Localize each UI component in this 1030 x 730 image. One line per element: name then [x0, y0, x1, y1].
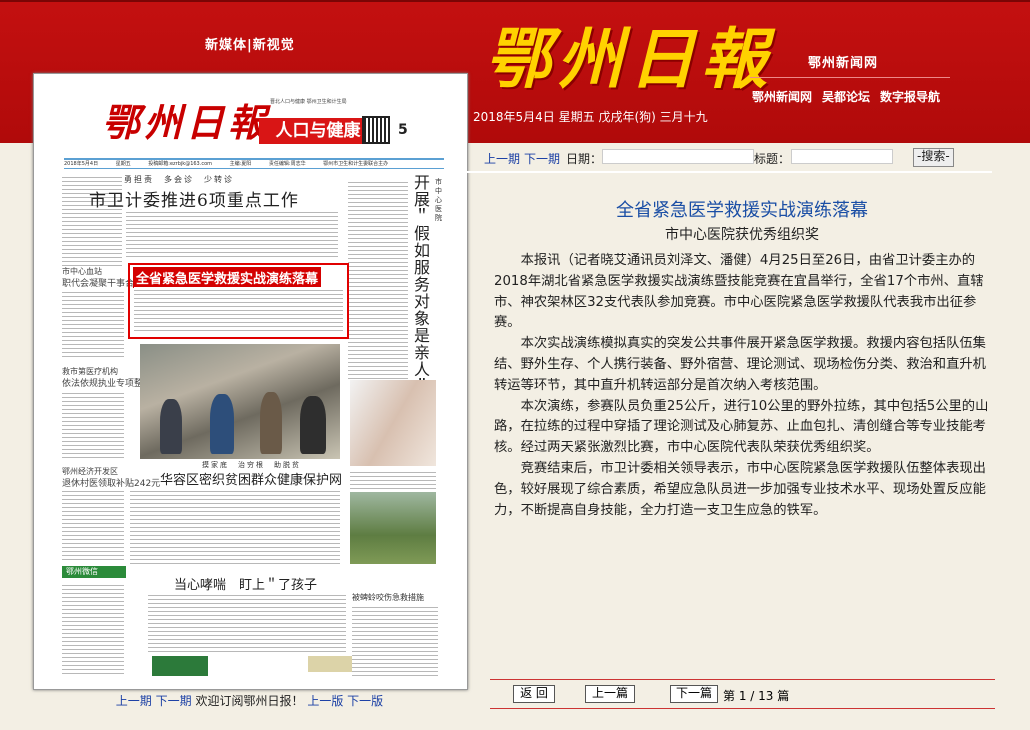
highlighted-article-title[interactable]: 全省紧急医学救援实战演练落幕 [133, 267, 322, 288]
wechat-label: 鄂州微信 [62, 566, 126, 578]
newspaper-page-number: 5 [398, 122, 408, 138]
masthead-logo: 鄂州日報 [485, 20, 773, 98]
village-visit-photo [140, 344, 340, 459]
title-label: 标题： [754, 152, 791, 166]
article-title: 全省紧急医学救援实战演练落幕 [616, 200, 868, 221]
article-body: 本报讯（记者晓艾通讯员刘泽文、潘健）4月25日至26日，由省卫计委主办的2018… [494, 251, 990, 521]
toolbar-next-issue[interactable]: 下一期 [524, 150, 560, 167]
blood-donation-photo [350, 380, 436, 466]
date-input[interactable] [602, 149, 754, 164]
article-page-info: 第 1 / 13 篇 [723, 689, 790, 703]
newspaper-logo: 鄂州日報 [102, 100, 271, 145]
article-paragraph: 本次演练，参赛队员负重25公斤，进行10公里的野外拉练，其中包括5公里的山路，在… [494, 398, 989, 456]
newspaper-info-bar: 2018年5月4日 星期五 投稿邮箱:ezrbjk@163.com 主编:夏阳 … [64, 158, 444, 169]
footer-graphic [308, 656, 352, 672]
prev-issue-link[interactable]: 上一期 [116, 694, 152, 708]
info-date: 2018年5月4日 [64, 161, 99, 167]
article-pager: 返 回 上一篇 下一篇 第 1 / 13 篇 [490, 679, 995, 709]
title-input[interactable] [791, 149, 893, 164]
text-block [130, 488, 340, 564]
info-email: 投稿邮箱:ezrbjk@163.com [148, 161, 213, 167]
newspaper-slogan: 勇担责 多会诊 少转诊 [124, 175, 234, 184]
info-editor: 主编:夏阳 [229, 161, 252, 167]
article-paragraph: 本报讯（记者晓艾通讯员刘泽文、潘健）4月25日至26日，由省卫计委主办的2018… [494, 253, 984, 331]
field-rescue-photo [350, 492, 436, 564]
newspaper-headline[interactable]: 市卫计委推进6项重点工作 [89, 186, 299, 211]
mid-headline[interactable]: 华容区密织贫困群众健康保护网 [160, 469, 342, 488]
text-block [126, 209, 338, 259]
section-badge: 人口与健康 [259, 118, 377, 144]
article-paragraph: 本次实战演练模拟真实的突发公共事件展开紧急医学救援。救援内容包括队伍集结、野外生… [494, 336, 986, 393]
next-issue-link[interactable]: 下一期 [156, 694, 192, 708]
prev-article-button[interactable]: 上一篇 [585, 685, 635, 703]
article-subtitle: 市中心医院获优秀组织奖 [665, 227, 819, 243]
qr-code-icon [362, 116, 390, 144]
text-block [62, 390, 124, 460]
header-nav: 鄂州新闻网 吴都论坛 数字报导航 [752, 88, 940, 105]
sub-head: 依法依规执业专项整治 [62, 379, 153, 389]
nav-link-ezhou-news[interactable]: 鄂州新闻网 [752, 88, 812, 105]
info-sponsor: 鄂州市卫生和计生委联合主办 [323, 161, 389, 167]
search-button[interactable]: -搜索- [913, 148, 954, 167]
text-block [134, 287, 343, 331]
nav-divider [750, 77, 950, 78]
highlighted-article-box[interactable]: 全省紧急医学救援实战演练落幕 [128, 263, 349, 339]
side-vertical-small: 市中心医院 [435, 178, 442, 222]
welcome-text: 欢迎订阅鄂州日报！ [195, 694, 304, 708]
text-block [148, 592, 346, 652]
text-block [62, 289, 124, 359]
article-paragraph: 竞赛结束后，市卫计委相关领导表示，市中心医院紧急医学救援队伍整体表现出色，较好展… [494, 460, 986, 518]
site-name-link[interactable]: 鄂州新闻网 [808, 52, 878, 71]
search-toolbar: 上一期 下一期 日期： 标题： -搜索- [474, 146, 994, 168]
date-label: 日期： [566, 152, 603, 166]
text-block [350, 469, 436, 489]
info-duty-editor: 责任编辑:周志华 [268, 161, 306, 167]
nav-link-wudu-forum[interactable]: 吴都论坛 [822, 88, 870, 105]
next-article-button[interactable]: 下一篇 [670, 685, 718, 703]
nav-link-digital-nav[interactable]: 数字报导航 [880, 88, 940, 105]
text-block [62, 488, 124, 562]
next-page-link[interactable]: 下一版 [347, 694, 383, 708]
footer-graphic [152, 656, 208, 676]
header-top-line [0, 0, 1030, 2]
text-block [62, 582, 124, 674]
issue-date: 2018年5月4日 星期五 戊戌年(狗) 三月十九 [473, 110, 708, 124]
newspaper-page-image[interactable]: 鄂州日報 晋北人口与健康 鄂州卫生和计生局 人口与健康 5 2018年5月4日 … [33, 73, 468, 690]
toolbar-prev-issue[interactable]: 上一期 [484, 150, 520, 167]
toolbar-divider [466, 171, 992, 173]
text-block [348, 179, 408, 379]
info-weekday: 星期五 [115, 161, 131, 167]
prev-page-link[interactable]: 上一版 [307, 694, 343, 708]
side-small-head: 被蜱蛉咬伤急救措施 [352, 593, 424, 602]
newspaper-masthead: 鄂州日報 晋北人口与健康 鄂州卫生和计生局 人口与健康 5 2018年5月4日 … [34, 74, 467, 169]
bottom-headline[interactable]: 当心哮喘 盯上＂了孩子 [174, 574, 317, 593]
left-pager: 上一期 下一期 欢迎订阅鄂州日报！ 上一版 下一版 [33, 692, 466, 709]
media-label: 新媒体|新视觉 [205, 38, 295, 53]
back-button[interactable]: 返 回 [513, 685, 555, 703]
text-block [352, 604, 438, 676]
newspaper-sub-label: 晋北人口与健康 鄂州卫生和计生局 [270, 99, 347, 105]
